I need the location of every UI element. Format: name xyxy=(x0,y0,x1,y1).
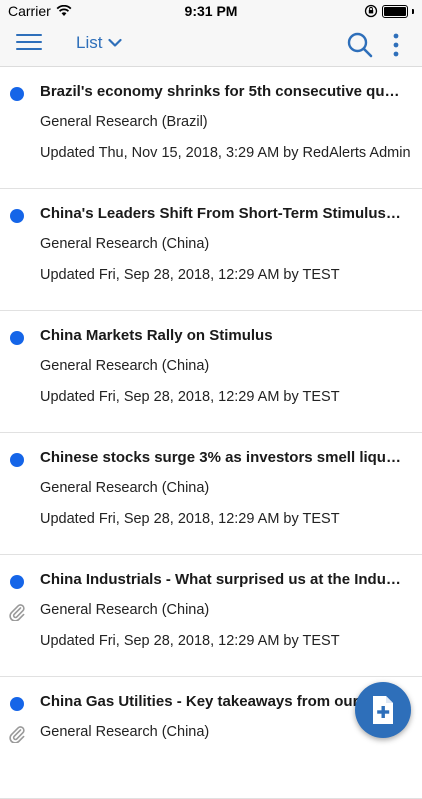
hamburger-icon xyxy=(16,34,42,50)
add-document-button[interactable] xyxy=(355,682,411,738)
list-item[interactable]: China's Leaders Shift From Short-Term St… xyxy=(0,189,422,311)
item-title: China Markets Rally on Stimulus xyxy=(40,327,273,344)
item-category: General Research (China) xyxy=(40,480,210,496)
status-time: 9:31 PM xyxy=(184,3,238,19)
more-options-button[interactable] xyxy=(388,32,404,58)
item-updated: Updated Fri, Sep 28, 2018, 12:29 AM by T… xyxy=(40,389,340,405)
add-document-icon xyxy=(373,696,393,724)
battery-icon xyxy=(382,4,408,18)
item-category: General Research (China) xyxy=(40,358,210,374)
status-right xyxy=(364,4,414,18)
list-item[interactable]: Brazil's economy shrinks for 5th consecu… xyxy=(0,67,422,189)
view-dropdown[interactable]: List xyxy=(76,33,123,53)
item-title: Brazil's economy shrinks for 5th consecu… xyxy=(40,83,404,100)
item-title: Chinese stocks surge 3% as investors sme… xyxy=(40,449,404,466)
item-updated: Updated Fri, Sep 28, 2018, 12:29 AM by T… xyxy=(40,633,340,649)
item-category: General Research (China) xyxy=(40,602,210,618)
menu-button[interactable] xyxy=(16,34,42,54)
more-vertical-icon xyxy=(393,33,399,57)
list-item[interactable]: China Industrials - What surprised us at… xyxy=(0,555,422,677)
unread-dot-icon xyxy=(10,331,24,345)
item-category: General Research (Brazil) xyxy=(40,114,208,130)
orientation-lock-icon xyxy=(364,4,378,18)
nav-bar: List xyxy=(0,22,422,67)
paperclip-icon xyxy=(9,726,25,743)
unread-dot-icon xyxy=(10,87,24,101)
item-updated: Updated Thu, Nov 15, 2018, 3:29 AM by Re… xyxy=(40,145,411,161)
search-button[interactable] xyxy=(346,31,374,59)
item-updated: Updated Fri, Sep 28, 2018, 12:29 AM by T… xyxy=(40,267,340,283)
item-updated: Updated Fri, Sep 28, 2018, 12:29 AM by T… xyxy=(40,511,340,527)
unread-dot-icon xyxy=(10,209,24,223)
research-list: Brazil's economy shrinks for 5th consecu… xyxy=(0,67,422,799)
unread-dot-icon xyxy=(10,575,24,589)
chevron-down-icon xyxy=(108,38,123,47)
paperclip-icon xyxy=(9,604,25,621)
item-title: China Industrials - What surprised us at… xyxy=(40,571,404,588)
item-title: China Gas Utilities - Key takeaways from… xyxy=(40,693,374,710)
item-category: General Research (China) xyxy=(40,236,210,252)
item-category: General Research (China) xyxy=(40,724,210,740)
list-item[interactable]: Chinese stocks surge 3% as investors sme… xyxy=(0,433,422,555)
view-dropdown-label: List xyxy=(76,33,103,52)
search-icon xyxy=(347,32,373,58)
status-bar: Carrier 9:31 PM xyxy=(0,0,422,22)
list-item[interactable]: China Markets Rally on Stimulus General … xyxy=(0,311,422,433)
unread-dot-icon xyxy=(10,697,24,711)
unread-dot-icon xyxy=(10,453,24,467)
battery-cap xyxy=(412,8,414,14)
item-title: China's Leaders Shift From Short-Term St… xyxy=(40,205,404,222)
